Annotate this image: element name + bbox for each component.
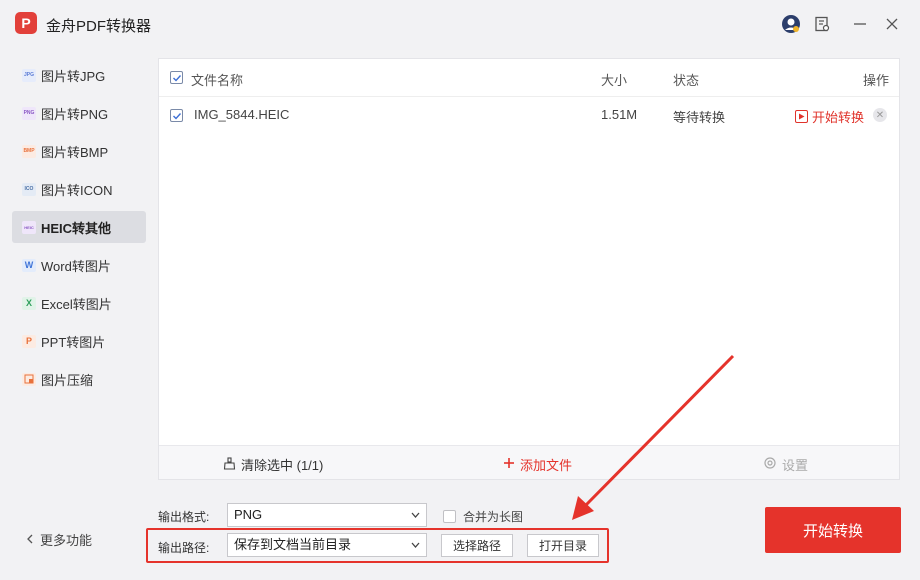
png-icon: PNG xyxy=(22,106,36,120)
settings-button[interactable]: 设置 xyxy=(763,455,808,474)
jpg-icon: JPG xyxy=(22,68,36,82)
sidebar-item-heic[interactable]: HEIC HEIC转其他 xyxy=(12,211,146,243)
heic-icon: HEIC xyxy=(22,220,36,234)
file-size: 1.51M xyxy=(601,107,638,122)
sidebar-item-label: 图片转PNG xyxy=(41,106,109,122)
play-icon xyxy=(795,110,808,123)
broom-icon xyxy=(223,456,236,473)
more-features-label: 更多功能 xyxy=(40,533,93,548)
table-row[interactable]: IMG_5844.HEIC 1.51M 等待转换 开始转换 ✕ xyxy=(159,97,899,133)
minimize-icon[interactable] xyxy=(850,14,870,34)
sidebar-item-label: Excel转图片 xyxy=(41,296,112,312)
add-file-label: 添加文件 xyxy=(520,458,573,473)
sidebar-item-word[interactable]: W Word转图片 xyxy=(12,249,146,281)
close-icon[interactable] xyxy=(882,14,902,34)
more-features-button[interactable]: 更多功能 xyxy=(26,530,92,549)
app-title: 金舟PDF转换器 xyxy=(46,18,152,35)
sidebar-item-label: 图片转JPG xyxy=(41,68,106,84)
start-convert-button[interactable]: 开始转换 xyxy=(765,507,901,553)
file-list-panel: 文件名称 大小 状态 操作 IMG_5844.HEIC 1.51M 等待转换 开… xyxy=(158,58,900,480)
sidebar-item-label: 图片压缩 xyxy=(41,372,94,388)
sidebar-item-label: HEIC转其他 xyxy=(41,220,112,236)
user-avatar-icon[interactable] xyxy=(781,14,801,34)
clear-selected-button[interactable]: 清除选中 (1/1) xyxy=(223,455,323,474)
sidebar-item-label: 图片转ICON xyxy=(41,182,113,198)
annotation-highlight-box xyxy=(146,528,609,563)
gear-icon xyxy=(763,456,777,473)
settings-label: 设置 xyxy=(782,458,809,473)
sidebar-item-label: Word转图片 xyxy=(41,258,111,274)
output-format-value: PNG xyxy=(234,507,263,522)
output-format-select[interactable]: PNG xyxy=(227,503,427,527)
sidebar-item-label: 图片转BMP xyxy=(41,144,109,160)
sidebar-item-label: PPT转图片 xyxy=(41,334,106,350)
file-status: 等待转换 xyxy=(673,110,726,125)
merge-long-image-checkbox[interactable]: 合并为长图 xyxy=(443,508,523,525)
row-start-convert-button[interactable]: 开始转换 xyxy=(795,107,864,126)
header-size: 大小 xyxy=(601,73,628,88)
header-action: 操作 xyxy=(863,73,890,88)
file-name: IMG_5844.HEIC xyxy=(194,107,290,122)
sidebar-item-compress[interactable]: 图片压缩 xyxy=(12,363,146,395)
bmp-icon: BMP xyxy=(22,144,36,158)
output-format-label: 输出格式: xyxy=(158,510,210,524)
sidebar-item-ppt[interactable]: P PPT转图片 xyxy=(12,325,146,357)
word-icon: W xyxy=(22,258,36,272)
sidebar-item-bmp[interactable]: BMP 图片转BMP xyxy=(12,135,146,167)
ico-icon: ICO xyxy=(22,182,36,196)
merge-label: 合并为长图 xyxy=(463,510,524,524)
panel-footer: 清除选中 (1/1) 添加文件 设置 xyxy=(159,445,899,479)
add-file-button[interactable]: 添加文件 xyxy=(503,455,572,474)
sidebar-item-icon[interactable]: ICO 图片转ICON xyxy=(12,173,146,205)
plus-icon xyxy=(503,457,515,472)
app-logo: P xyxy=(15,12,37,34)
row-start-convert-label: 开始转换 xyxy=(812,110,865,125)
compress-icon xyxy=(22,372,36,386)
sidebar-item-excel[interactable]: X Excel转图片 xyxy=(12,287,146,319)
select-all-checkbox[interactable] xyxy=(170,71,183,84)
sidebar-item-jpg[interactable]: JPG 图片转JPG xyxy=(12,59,146,91)
title-bar: P 金舟PDF转换器 xyxy=(0,0,920,50)
chevron-left-icon xyxy=(26,532,34,547)
sidebar-item-png[interactable]: PNG 图片转PNG xyxy=(12,97,146,129)
excel-icon: X xyxy=(22,296,36,310)
table-header: 文件名称 大小 状态 操作 xyxy=(159,59,899,97)
remove-file-icon[interactable]: ✕ xyxy=(873,108,887,122)
merge-checkbox-box[interactable] xyxy=(443,510,456,523)
feedback-icon[interactable] xyxy=(812,14,832,34)
header-status: 状态 xyxy=(673,73,700,88)
header-name: 文件名称 xyxy=(191,73,244,88)
clear-selected-label: 清除选中 (1/1) xyxy=(241,458,324,473)
ppt-icon: P xyxy=(22,334,36,348)
row-checkbox[interactable] xyxy=(170,109,183,122)
